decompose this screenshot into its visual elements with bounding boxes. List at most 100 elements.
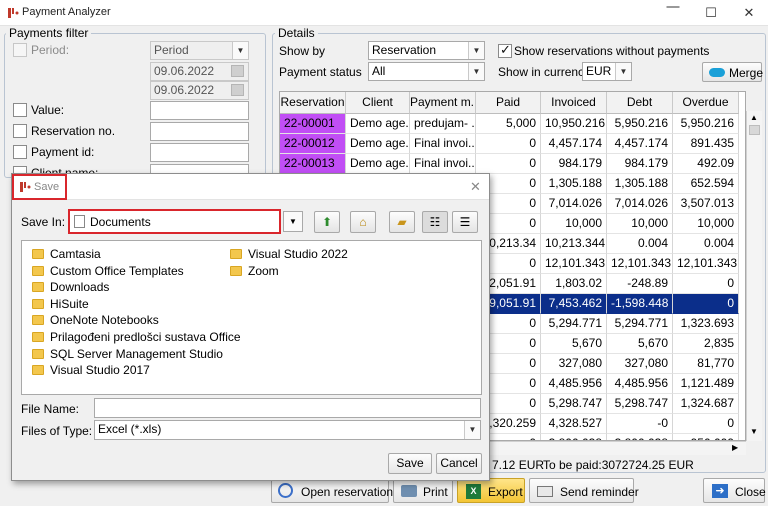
table-cell: Demo age... xyxy=(346,114,410,134)
table-cell: -248.89 xyxy=(607,274,673,294)
table-cell: predujam- ... xyxy=(410,114,476,134)
merge-button[interactable]: Merge xyxy=(702,62,763,82)
reservation-no-input[interactable] xyxy=(150,122,249,141)
table-cell: 1,324.687 xyxy=(673,394,739,414)
folder-name: Visual Studio 2017 xyxy=(50,363,150,378)
new-folder-icon: ▰ xyxy=(397,215,407,229)
list-view-button[interactable]: ☷ xyxy=(422,211,448,233)
dialog-title-highlight: Save xyxy=(12,174,67,200)
close-icon[interactable]: ✕ xyxy=(470,179,481,195)
chevron-down-icon[interactable]: ▼ xyxy=(232,42,248,59)
home-button[interactable]: ⌂ xyxy=(350,211,376,233)
column-header[interactable]: Reservation xyxy=(280,92,346,114)
period-checkbox[interactable] xyxy=(13,43,27,57)
table-cell: 0.004 xyxy=(607,234,673,254)
chevron-down-icon[interactable]: ▼ xyxy=(283,211,303,232)
folder-icon xyxy=(32,332,44,342)
new-folder-button[interactable]: ▰ xyxy=(389,211,415,233)
files-of-type-value: Excel (*.xls) xyxy=(98,422,162,436)
window-title: Payment Analyzer xyxy=(22,6,111,18)
scroll-up-icon[interactable]: ▲ xyxy=(750,113,758,122)
table-cell: 7,014.026 xyxy=(607,194,673,214)
table-cell: 984.179 xyxy=(541,154,607,174)
table-vertical-scrollbar[interactable]: ▲ ▼ xyxy=(746,111,762,441)
folder-icon xyxy=(32,365,44,376)
table-cell: 10,000 xyxy=(541,214,607,234)
payments-filter-legend: Payments filter xyxy=(6,26,92,40)
table-row[interactable]: 22-00012 Demo age... Final invoi... 0 4,457.… xyxy=(280,134,745,154)
table-cell: 3,800.038 xyxy=(541,434,607,440)
chevron-down-icon[interactable]: ▼ xyxy=(615,63,631,80)
table-cell: 2,835 xyxy=(673,334,739,354)
table-row[interactable]: 22-00001 Demo age... predujam- ... 5,000 10,… xyxy=(280,114,745,134)
table-cell: 652.594 xyxy=(673,174,739,194)
up-folder-icon: ⬆ xyxy=(321,215,333,229)
calendar-icon[interactable] xyxy=(231,65,244,77)
save-in-select[interactable]: Documents xyxy=(68,209,281,234)
folder-name: OneNote Notebooks xyxy=(50,313,159,328)
column-header[interactable]: Paid xyxy=(476,92,541,114)
table-cell: 891.435 xyxy=(673,134,739,154)
show-by-value: Reservation xyxy=(372,43,437,57)
payment-status-label: Payment status xyxy=(279,65,362,79)
close-button[interactable]: ➜ Close xyxy=(703,478,766,503)
table-cell: 22-00012 xyxy=(280,134,346,154)
open-reservation-button[interactable]: Open reservation xyxy=(271,478,393,503)
table-cell: 5,950.216 xyxy=(673,114,739,134)
table-cell: 10,213.344 xyxy=(541,234,607,254)
minimize-button[interactable]: ⎺ xyxy=(654,0,692,26)
table-cell: 0 xyxy=(673,274,739,294)
calendar-icon[interactable] xyxy=(231,84,244,96)
folder-name: Prilagođeni predlošci sustava Office xyxy=(50,330,241,344)
cancel-button[interactable]: Cancel xyxy=(436,453,482,474)
column-header[interactable]: Invoiced xyxy=(541,92,607,114)
column-header[interactable]: Client xyxy=(346,92,410,114)
column-header[interactable]: Debt xyxy=(607,92,673,114)
chevron-down-icon[interactable]: ▼ xyxy=(464,421,480,439)
close-window-button[interactable]: ✕ xyxy=(730,0,768,26)
value-checkbox[interactable] xyxy=(13,103,27,117)
save-in-label: Save In: xyxy=(21,215,66,229)
save-button[interactable]: Save xyxy=(388,453,432,474)
column-header[interactable]: Payment m... xyxy=(410,92,476,114)
reservation-no-checkbox[interactable] xyxy=(13,124,27,138)
table-cell: 5,000 xyxy=(476,114,541,134)
payment-id-input[interactable] xyxy=(150,143,249,162)
scroll-thumb[interactable] xyxy=(749,125,760,135)
chevron-down-icon[interactable]: ▼ xyxy=(468,63,484,80)
envelope-icon xyxy=(537,486,553,497)
table-cell: 0 xyxy=(476,134,541,154)
save-dialog-title: Save xyxy=(34,181,60,193)
save-dialog: Save ✕ Save In: Documents ▼ ⬆ ⌂ ▰ ☷ ☰ Ca… xyxy=(11,173,490,481)
files-of-type-label: Files of Type: xyxy=(21,424,93,438)
file-name-input[interactable] xyxy=(94,398,481,418)
table-cell: 1,121.489 xyxy=(673,374,739,394)
home-icon: ⌂ xyxy=(359,215,367,229)
table-cell: 327,080 xyxy=(541,354,607,374)
table-cell: 950.009 xyxy=(673,434,739,440)
value-input[interactable] xyxy=(150,101,249,120)
scroll-down-icon[interactable]: ▼ xyxy=(750,427,758,436)
payment-id-checkbox[interactable] xyxy=(13,145,27,159)
table-cell: 81,770 xyxy=(673,354,739,374)
chevron-down-icon[interactable]: ▼ xyxy=(468,42,484,59)
print-button[interactable]: Print xyxy=(393,478,453,503)
table-row[interactable]: 22-00013 Demo age... Final invoi... 0 984.17… xyxy=(280,154,745,174)
table-cell: 1,803.02 xyxy=(541,274,607,294)
export-button[interactable]: X Export xyxy=(457,478,525,503)
folder-icon xyxy=(32,249,44,259)
maximize-button[interactable]: ☐ xyxy=(692,0,730,26)
files-of-type-select[interactable]: Excel (*.xls) xyxy=(94,420,481,440)
toggle-icon xyxy=(709,68,725,77)
table-cell: 0 xyxy=(673,294,739,314)
payment-id-label: Payment id: xyxy=(31,145,95,159)
send-reminder-button[interactable]: Send reminder xyxy=(529,478,639,503)
column-header[interactable]: Overdue xyxy=(673,92,739,114)
app-logo-icon xyxy=(20,182,31,192)
scroll-right-icon[interactable]: ▶ xyxy=(732,443,738,452)
details-view-button[interactable]: ☰ xyxy=(452,211,478,233)
folder-name: Custom Office Templates xyxy=(50,263,184,278)
show-reservations-checkbox[interactable] xyxy=(498,42,512,58)
up-folder-button[interactable]: ⬆ xyxy=(314,211,340,233)
table-horizontal-scrollbar[interactable]: ▶ xyxy=(490,441,746,455)
